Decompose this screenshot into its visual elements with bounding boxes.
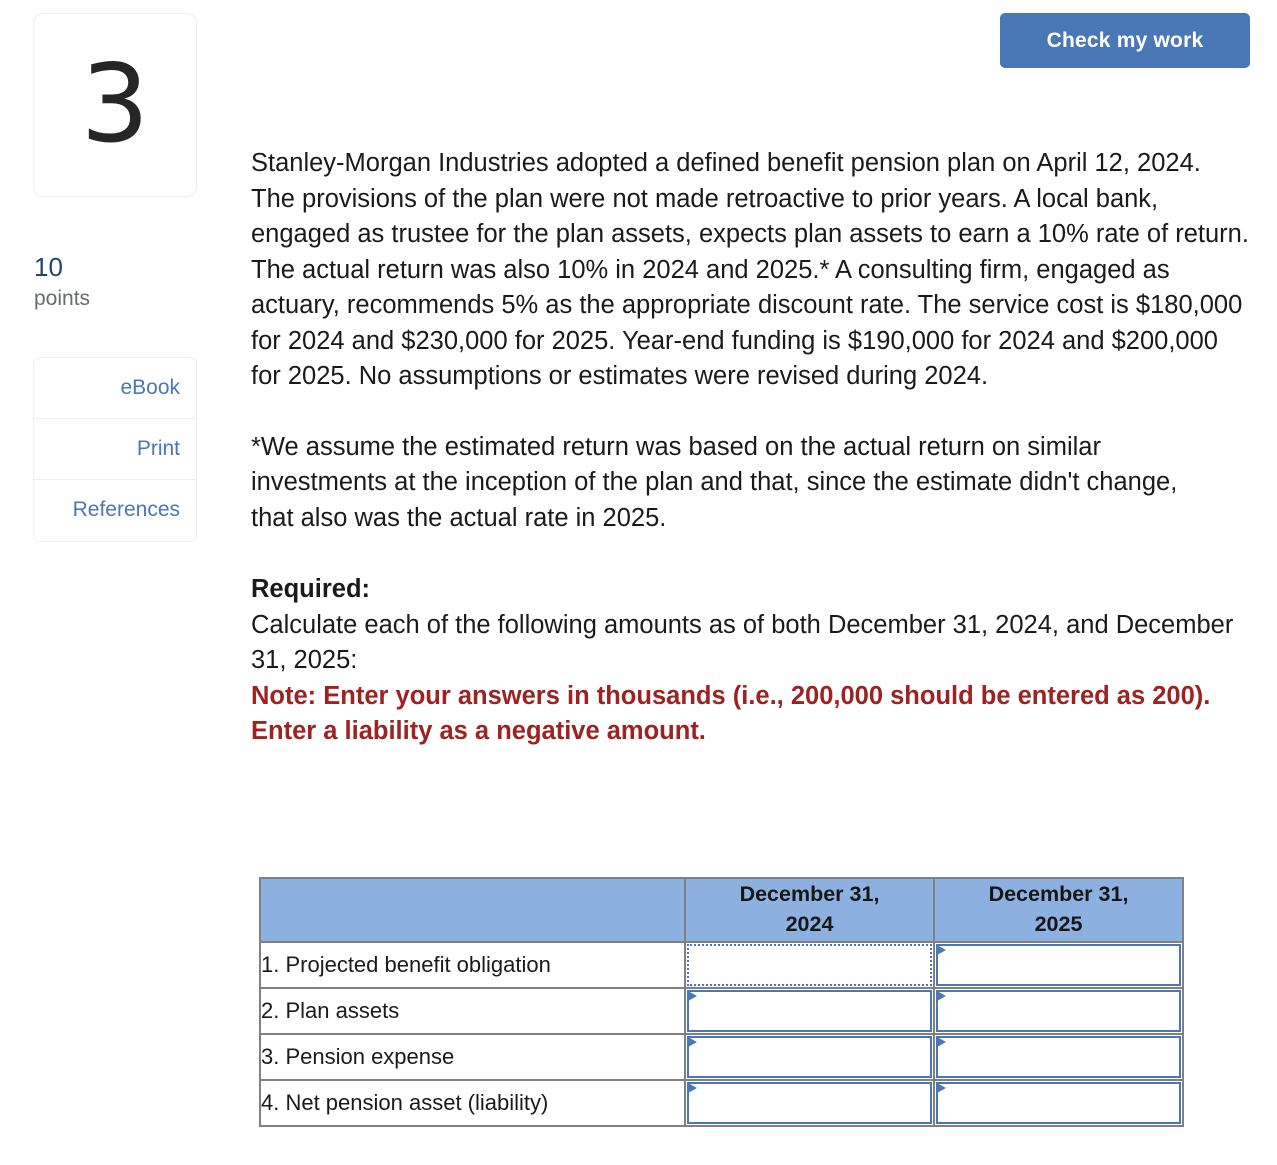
check-my-work-button[interactable]: Check my work	[1000, 13, 1250, 68]
required-heading: Required:	[251, 575, 371, 603]
row-label-net-pension-asset: 4. Net pension asset (liability)	[259, 1079, 686, 1127]
print-link[interactable]: Print	[34, 418, 196, 480]
table-row: 4. Net pension asset (liability)	[259, 1079, 1184, 1127]
column-header-2025-line1: December 31,	[988, 882, 1129, 907]
left-rail: 3 10 points eBook Print References	[33, 13, 197, 542]
input-plan-assets-2024[interactable]	[687, 990, 932, 1032]
input-pbo-2025[interactable]	[936, 944, 1181, 986]
required-text: Calculate each of the following amounts …	[251, 610, 1234, 675]
input-pension-expense-2024[interactable]	[687, 1036, 932, 1078]
row-label-projected-benefit-obligation: 1. Projected benefit obligation	[259, 941, 686, 989]
question-number-box: 3	[33, 13, 197, 197]
tool-list: eBook Print References	[33, 356, 197, 542]
table-row: 2. Plan assets	[259, 987, 1184, 1035]
question-content: Stanley-Morgan Industries adopted a defi…	[251, 146, 1251, 750]
answer-cell-net-pension-2024[interactable]	[684, 1079, 935, 1127]
row-label-plan-assets: 2. Plan assets	[259, 987, 686, 1035]
points-label: points	[34, 286, 91, 310]
table-row: 3. Pension expense	[259, 1033, 1184, 1081]
input-plan-assets-2025[interactable]	[936, 990, 1181, 1032]
answer-format-note: Note: Enter your answers in thousands (i…	[251, 681, 1211, 746]
row-label-pension-expense: 3. Pension expense	[259, 1033, 686, 1081]
column-header-2024-line2: 2024	[785, 912, 834, 936]
answer-cell-pbo-2025[interactable]	[933, 941, 1184, 989]
required-block: Required: Calculate each of the followin…	[251, 572, 1251, 750]
table-header-row: December 31, 2024 December 31, 2025	[259, 877, 1184, 943]
answer-cell-plan-assets-2025[interactable]	[933, 987, 1184, 1035]
points-value: 10	[34, 252, 63, 282]
input-pension-expense-2025[interactable]	[936, 1036, 1181, 1078]
column-header-2025-line2: 2025	[1034, 912, 1083, 936]
column-header-2024-line1: December 31,	[739, 882, 880, 907]
column-header-2024: December 31, 2024	[684, 877, 935, 943]
points-block: 10 points	[33, 251, 197, 312]
answer-cell-pension-expense-2024[interactable]	[684, 1033, 935, 1081]
input-pbo-2024[interactable]	[687, 944, 932, 986]
answer-table-head: December 31, 2024 December 31, 2025	[259, 877, 1184, 943]
table-row: 1. Projected benefit obligation	[259, 941, 1184, 989]
answer-table-container: December 31, 2024 December 31, 2025 1. P…	[259, 877, 1184, 1127]
ebook-link[interactable]: eBook	[34, 357, 196, 419]
input-net-pension-2024[interactable]	[687, 1082, 932, 1124]
references-link[interactable]: References	[34, 479, 196, 541]
input-net-pension-2025[interactable]	[936, 1082, 1181, 1124]
column-header-blank	[259, 877, 686, 943]
answer-table-body: 1. Projected benefit obligation 2. Plan …	[259, 941, 1184, 1127]
footnote-paragraph: *We assume the estimated return was base…	[251, 432, 1178, 532]
problem-paragraph: Stanley-Morgan Industries adopted a defi…	[251, 149, 1249, 390]
column-header-2025: December 31, 2025	[933, 877, 1184, 943]
answer-cell-pbo-2024[interactable]	[684, 941, 935, 989]
question-number: 3	[80, 42, 150, 167]
answer-cell-pension-expense-2025[interactable]	[933, 1033, 1184, 1081]
answer-table: December 31, 2024 December 31, 2025 1. P…	[259, 877, 1184, 1127]
answer-cell-net-pension-2025[interactable]	[933, 1079, 1184, 1127]
answer-cell-plan-assets-2024[interactable]	[684, 987, 935, 1035]
